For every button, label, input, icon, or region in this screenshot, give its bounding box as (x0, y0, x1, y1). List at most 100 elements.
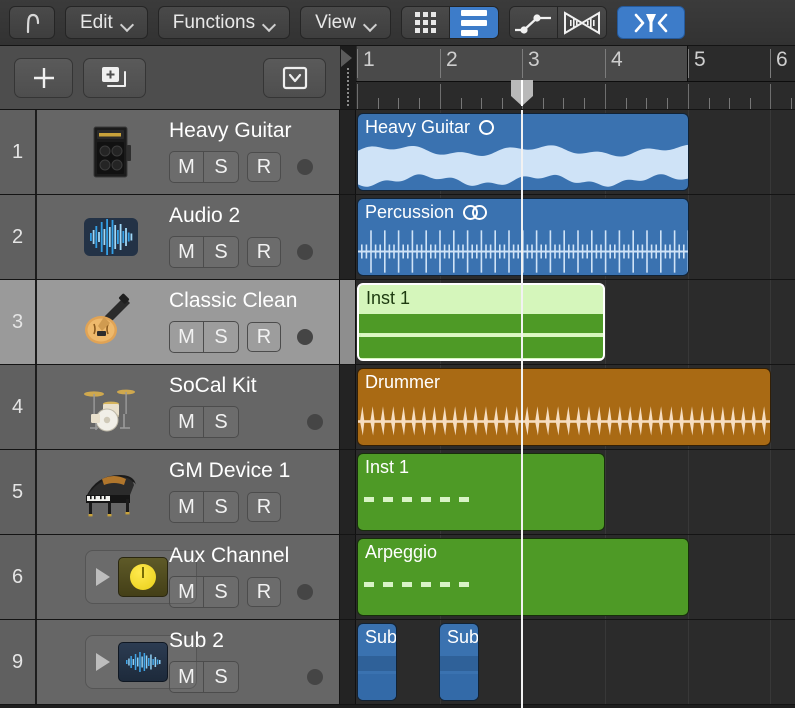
track-name-label[interactable]: Audio 2 (169, 204, 240, 228)
disclosure-triangle-icon[interactable] (96, 653, 110, 671)
solo-button[interactable]: S (204, 322, 238, 352)
track-name-label[interactable]: GM Device 1 (169, 459, 290, 483)
track-number[interactable]: 1 (0, 110, 36, 194)
mute-button[interactable]: M (170, 577, 204, 607)
region-sub[interactable]: Sub (357, 623, 397, 701)
track-header-sub-2[interactable]: Sub 2 MS (37, 620, 340, 704)
automation-button[interactable] (509, 7, 558, 38)
track-name-label[interactable]: Aux Channel (169, 544, 289, 568)
region-drummer[interactable]: Drummer (357, 368, 771, 446)
track-row[interactable]: 1 Heavy Guitar M S R Heavy Guitar (0, 110, 795, 195)
disclosure-triangle-icon[interactable] (96, 568, 110, 586)
track-row[interactable]: 2 Audio 2 M S R Percussion (0, 195, 795, 280)
electric-guitar-icon (85, 293, 130, 344)
list-view-button[interactable] (449, 7, 498, 38)
track-name-label[interactable]: SoCal Kit (169, 374, 257, 398)
track-on-off-dot[interactable] (307, 414, 323, 430)
track-lane[interactable]: Drummer (340, 365, 795, 449)
track-number[interactable]: 3 (0, 280, 36, 364)
track-lane[interactable]: Inst 1 (340, 280, 795, 364)
record-enable-button[interactable]: R (247, 492, 281, 522)
track-row[interactable]: 3 Classic Clean M S R Inst 1 (0, 280, 795, 365)
track-name-label[interactable]: Sub 2 (169, 629, 224, 653)
new-tracks-with-duplicate-button[interactable] (83, 58, 146, 98)
region-percussion[interactable]: Percussion (357, 198, 689, 276)
mute-button[interactable]: M (170, 407, 204, 437)
track-number[interactable]: 5 (0, 450, 36, 534)
region-name-text: Percussion (365, 202, 455, 222)
collapse-track-headers-button[interactable] (263, 58, 326, 98)
ruler-beat-tick (667, 98, 668, 109)
bar-ruler[interactable]: 1 2 3 4 5 6 (356, 46, 795, 110)
region-inst-1[interactable]: Inst 1 (357, 283, 605, 361)
track-on-off-dot[interactable] (297, 244, 313, 260)
ruler-bar-number: 2 (446, 48, 458, 71)
region-heavy-guitar[interactable]: Heavy Guitar (357, 113, 689, 191)
aux-knob-icon[interactable] (118, 557, 168, 597)
grid-view-button[interactable] (401, 7, 450, 38)
grand-piano-icon[interactable] (79, 463, 143, 521)
track-header-classic-clean[interactable]: Classic Clean M S R (37, 280, 340, 364)
track-number[interactable]: 2 (0, 195, 36, 279)
track-row[interactable]: 9 Sub 2 M S Sub Sub (0, 620, 795, 705)
record-enable-button[interactable]: R (247, 237, 281, 267)
record-enable-button[interactable]: R (247, 152, 281, 182)
menu-functions[interactable]: Functions (157, 6, 291, 39)
flex-time-button[interactable] (557, 7, 606, 38)
region-inst-1[interactable]: Inst 1 (357, 453, 605, 531)
solo-button[interactable]: S (204, 237, 238, 267)
menu-edit[interactable]: Edit (65, 6, 148, 39)
audio-waveform-icon[interactable] (79, 208, 143, 266)
track-header-audio-2[interactable]: Audio 2 MSR (37, 195, 340, 279)
track-buttons: MSR (169, 576, 313, 608)
track-number[interactable]: 6 (0, 535, 36, 619)
track-row[interactable]: 6 Aux Channel M S R Arpeggio (0, 535, 795, 620)
mute-button[interactable]: M (170, 662, 204, 692)
region-arpeggio[interactable]: Arpeggio (357, 538, 689, 616)
region-sub[interactable]: Sub (439, 623, 479, 701)
flex-time-icon (563, 10, 600, 35)
add-track-button[interactable] (14, 58, 73, 98)
track-header-socal-kit[interactable]: SoCal Kit M S (37, 365, 340, 449)
track-lane[interactable]: Sub Sub (340, 620, 795, 704)
track-header-gm-device-1[interactable]: GM Device 1 MSR (37, 450, 340, 534)
mute-button[interactable]: M (170, 492, 204, 522)
electric-guitar-icon[interactable] (79, 293, 143, 351)
solo-button[interactable]: S (204, 152, 238, 182)
mute-button[interactable]: M (170, 152, 204, 182)
track-name-label[interactable]: Classic Clean (169, 289, 297, 313)
solo-button[interactable]: S (204, 577, 238, 607)
track-number[interactable]: 9 (0, 620, 36, 704)
track-row[interactable]: 4 SoCal Kit M S Drummer (0, 365, 795, 450)
track-number[interactable]: 4 (0, 365, 36, 449)
region-band (440, 674, 478, 700)
solo-button[interactable]: S (204, 662, 238, 692)
track-on-off-dot[interactable] (297, 329, 313, 345)
track-on-off-dot[interactable] (297, 584, 313, 600)
track-lane[interactable]: Inst 1 (340, 450, 795, 534)
record-enable-button[interactable]: R (247, 322, 281, 352)
audio-waveform-icon[interactable] (118, 642, 168, 682)
track-name-label[interactable]: Heavy Guitar (169, 119, 292, 143)
track-lane[interactable]: Arpeggio (340, 535, 795, 619)
mute-button[interactable]: M (170, 322, 204, 352)
track-header-aux-channel[interactable]: Aux Channel M S R (37, 535, 340, 619)
track-header-heavy-guitar[interactable]: Heavy Guitar M S R (37, 110, 340, 194)
catch-playhead-button[interactable] (616, 6, 685, 39)
record-enable-button[interactable]: R (247, 577, 281, 607)
drum-kit-icon[interactable] (79, 378, 143, 436)
mute-button[interactable]: M (170, 237, 204, 267)
track-lane[interactable]: Heavy Guitar (340, 110, 795, 194)
track-on-off-dot[interactable] (307, 669, 323, 685)
menu-view-label: View (315, 11, 356, 33)
guitar-amp-icon[interactable] (79, 123, 143, 181)
track-on-off-dot[interactable] (297, 159, 313, 175)
playhead-handle[interactable] (511, 80, 533, 106)
track-lane[interactable]: Percussion (340, 195, 795, 279)
track-row[interactable]: 5 GM Device 1 M S R Inst 1 (0, 450, 795, 535)
menu-view[interactable]: View (300, 6, 391, 39)
solo-button[interactable]: S (204, 407, 238, 437)
undo-button[interactable] (9, 6, 55, 39)
chevron-down-icon (365, 20, 376, 27)
solo-button[interactable]: S (204, 492, 238, 522)
